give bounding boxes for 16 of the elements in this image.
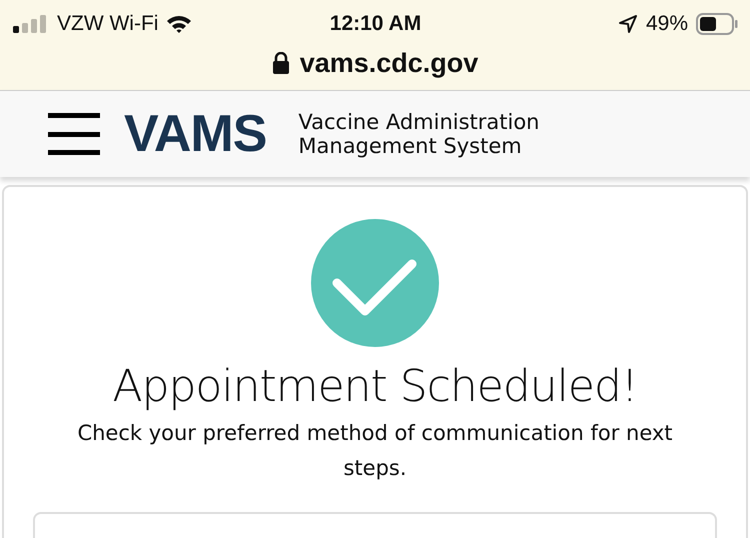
battery-percent: 49%	[646, 12, 688, 36]
confirmation-message: Check your preferred method of communication for next steps.	[76, 420, 674, 482]
checkmark-icon	[311, 219, 439, 347]
wifi-icon	[166, 14, 192, 34]
signal-icon	[13, 15, 49, 33]
site-title: Vaccine Administration	[298, 110, 540, 134]
lock-icon	[272, 52, 290, 74]
url-address[interactable]: vams.cdc.gov	[300, 48, 478, 78]
location-arrow-icon	[618, 14, 638, 34]
menu-icon[interactable]	[48, 113, 100, 155]
site-logo[interactable]: VAMS	[124, 104, 266, 164]
site-title: Management System	[298, 134, 523, 158]
carrier-name: VZW Wi-Fi	[57, 12, 158, 36]
clock-time: 12:10 AM	[330, 12, 422, 36]
confirmation-title: Appointment Scheduled!	[112, 361, 638, 412]
battery-icon	[696, 13, 738, 35]
